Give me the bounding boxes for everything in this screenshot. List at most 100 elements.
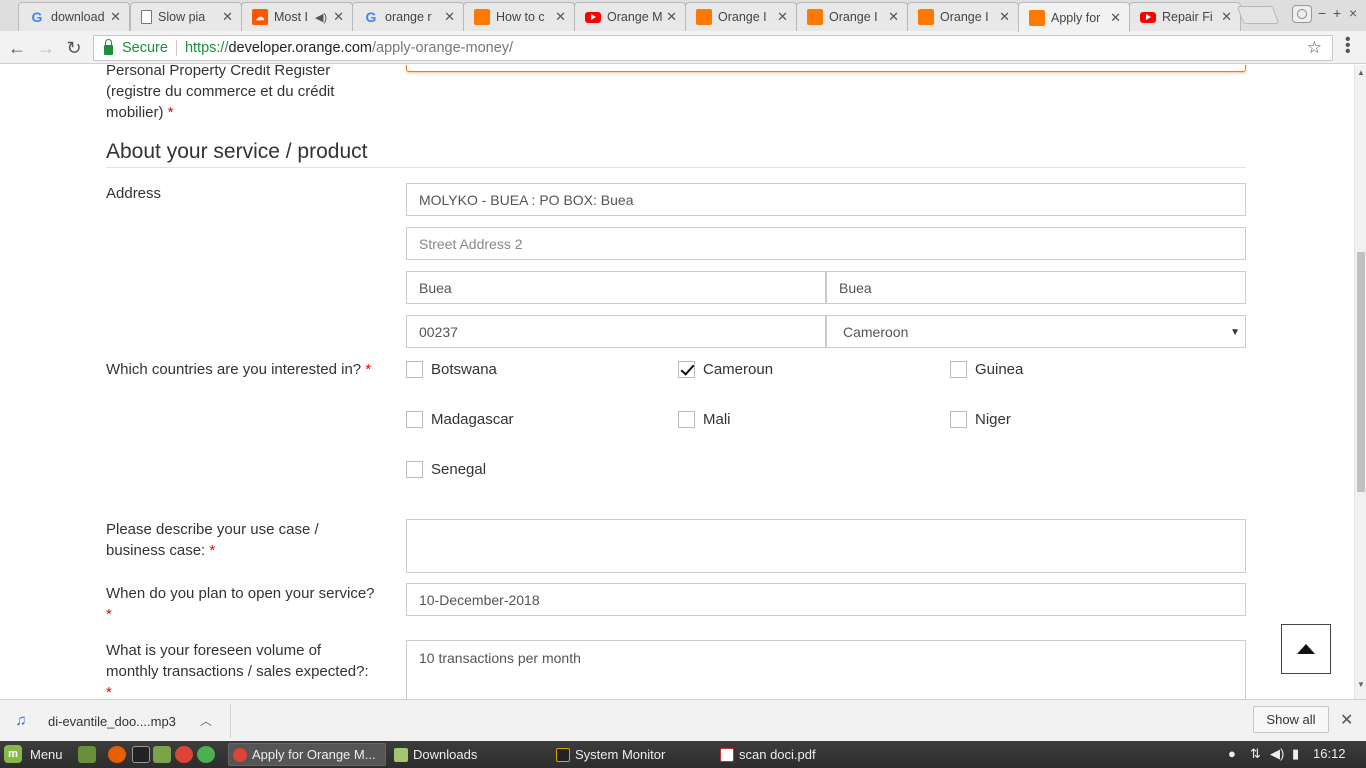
tab-8[interactable]: Orange I ✕ [907, 2, 1019, 31]
show-all-button[interactable]: Show all [1253, 706, 1329, 733]
scroll-thumb[interactable] [1357, 252, 1365, 492]
terminal-icon[interactable] [132, 746, 150, 763]
country-checkbox-botswana[interactable]: Botswana [406, 361, 497, 378]
software-manager-icon[interactable] [197, 746, 215, 763]
google-icon: G [365, 9, 377, 25]
close-icon[interactable]: ✕ [1340, 710, 1353, 730]
country-checkbox-niger[interactable]: Niger [950, 411, 1011, 428]
checkbox[interactable] [406, 461, 423, 478]
close-icon[interactable]: ✕ [666, 9, 677, 25]
required-mark: * [106, 684, 112, 699]
chrome-icon [233, 747, 247, 762]
tab-6[interactable]: Orange I ✕ [685, 2, 797, 31]
network-icon[interactable]: ⇅ [1250, 746, 1261, 762]
bookmark-star-icon[interactable]: ☆ [1307, 38, 1322, 58]
country-checkbox-cameroun[interactable]: Cameroun [678, 361, 773, 378]
maximize-button[interactable]: + [1333, 5, 1341, 21]
close-icon[interactable]: ✕ [1221, 9, 1232, 25]
browser-menu-icon[interactable]: • • • [1345, 32, 1351, 60]
firefox-icon[interactable] [108, 746, 126, 763]
task-system-monitor[interactable]: System Monitor [552, 743, 710, 766]
tab-2[interactable]: ☁ Most I ◀) ✕ [241, 2, 353, 31]
country-checkbox-guinea[interactable]: Guinea [950, 361, 1023, 378]
tab-9[interactable]: Apply for ✕ [1018, 2, 1130, 32]
scroll-down-icon[interactable]: ▼ [1357, 680, 1365, 689]
speaker-icon[interactable]: ◀) [315, 11, 327, 24]
country-checkbox-madagascar[interactable]: Madagascar [406, 411, 514, 428]
country-checkbox-senegal[interactable]: Senegal [406, 461, 486, 478]
download-item[interactable]: ♫ di-evantile_doo....mp3 [12, 708, 230, 734]
country-select[interactable]: Cameroon ▼ [826, 315, 1246, 348]
task-label: Apply for Orange M... [252, 747, 376, 762]
close-icon[interactable]: ✕ [333, 9, 344, 25]
close-icon[interactable]: ✕ [888, 9, 899, 25]
chevron-up-icon[interactable]: ︿ [200, 712, 212, 729]
label-line: business case: [106, 542, 206, 559]
countries-label-text: Which countries are you interested in? [106, 361, 362, 378]
open-date-field[interactable]: 10-December-2018 [406, 583, 1246, 616]
close-window-button[interactable]: × [1349, 5, 1357, 21]
state-field[interactable]: Buea [826, 271, 1246, 304]
show-desktop-icon[interactable] [78, 746, 96, 763]
tab-1[interactable]: Slow pia ✕ [130, 2, 242, 31]
back-to-top-button[interactable] [1281, 624, 1331, 674]
checkbox[interactable] [950, 361, 967, 378]
forward-arrow-icon[interactable]: → [35, 37, 57, 59]
divider [230, 704, 231, 738]
minimize-button[interactable]: − [1318, 5, 1326, 21]
checkbox[interactable] [406, 411, 423, 428]
files-icon[interactable] [153, 746, 171, 763]
download-filename: di-evantile_doo....mp3 [48, 713, 176, 729]
close-icon[interactable]: ✕ [555, 9, 566, 25]
tab-4[interactable]: How to c ✕ [463, 2, 575, 31]
tab-0[interactable]: G download ✕ [18, 2, 130, 31]
postal-code-field[interactable]: 00237 [406, 315, 826, 348]
street-address-1-field[interactable]: MOLYKO - BUEA : PO BOX: Buea [406, 183, 1246, 216]
address-bar[interactable]: Secure https:// developer.orange.com /ap… [93, 35, 1333, 61]
tab-label: Most I [274, 10, 309, 24]
checkbox-label: Cameroun [703, 361, 774, 378]
clock[interactable]: 16:12 [1313, 746, 1346, 761]
reload-icon[interactable]: ↻ [63, 37, 85, 59]
menu-label: Menu [30, 746, 63, 762]
checkbox[interactable] [678, 411, 695, 428]
task-chrome[interactable]: Apply for Orange M... [228, 743, 386, 766]
orange-icon [918, 9, 934, 25]
new-tab-button[interactable] [1236, 6, 1280, 24]
user-icon[interactable]: ● [1228, 746, 1236, 761]
volume-icon[interactable]: ◀) [1270, 746, 1284, 762]
secure-label: Secure [122, 40, 168, 56]
tab-7[interactable]: Orange I ✕ [796, 2, 908, 31]
url-host: developer.orange.com [228, 40, 372, 56]
close-icon[interactable]: ✕ [999, 9, 1010, 25]
orange-icon [474, 9, 490, 25]
chrome-icon[interactable] [175, 746, 193, 763]
tab-10[interactable]: Repair Fi ✕ [1129, 2, 1241, 31]
page-scrollbar[interactable]: ▲ ▼ [1354, 65, 1366, 699]
profile-icon[interactable] [1292, 5, 1312, 23]
close-icon[interactable]: ✕ [110, 9, 121, 25]
label-line: mobilier) [106, 104, 164, 121]
task-pdf[interactable]: scan doci.pdf [716, 743, 874, 766]
back-arrow-icon[interactable]: ← [6, 37, 28, 59]
start-menu-button[interactable]: m Menu [4, 745, 63, 763]
task-downloads[interactable]: Downloads [390, 743, 548, 766]
volume-textarea[interactable]: 10 transactions per month [406, 640, 1246, 699]
street-address-2-field[interactable]: Street Address 2 [406, 227, 1246, 260]
checkbox[interactable] [950, 411, 967, 428]
checkbox-label: Senegal [431, 461, 487, 478]
country-checkbox-mali[interactable]: Mali [678, 411, 731, 428]
close-icon[interactable]: ✕ [777, 9, 788, 25]
tab-3[interactable]: G orange r ✕ [352, 2, 464, 31]
focused-field[interactable] [406, 65, 1246, 72]
close-icon[interactable]: ✕ [1110, 10, 1121, 26]
tab-5[interactable]: Orange M ✕ [574, 2, 686, 31]
scroll-up-icon[interactable]: ▲ [1357, 68, 1365, 77]
city-field[interactable]: Buea [406, 271, 826, 304]
close-icon[interactable]: ✕ [444, 9, 455, 25]
battery-icon[interactable]: ▮ [1292, 746, 1299, 762]
checkbox[interactable] [406, 361, 423, 378]
checkbox-checked[interactable] [678, 361, 695, 378]
use-case-textarea[interactable] [406, 519, 1246, 573]
close-icon[interactable]: ✕ [222, 9, 233, 25]
